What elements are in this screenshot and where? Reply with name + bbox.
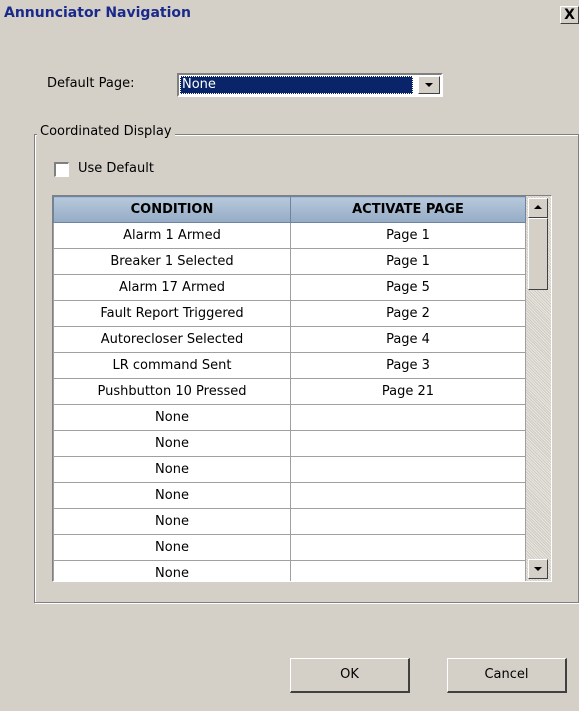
table-row[interactable]: None: [53, 430, 526, 457]
condition-table: CONDITION ACTIVATE PAGE Alarm 1 Armed Pag…: [53, 196, 526, 581]
activate-page-cell[interactable]: Page 2: [290, 300, 526, 327]
condition-cell[interactable]: None: [53, 508, 291, 535]
table-header-row: CONDITION ACTIVATE PAGE: [53, 196, 526, 223]
activate-page-cell[interactable]: Page 5: [290, 274, 526, 301]
scroll-up-arrow-icon: [534, 205, 542, 209]
condition-cell[interactable]: Autorecloser Selected: [53, 326, 291, 353]
condition-cell[interactable]: None: [53, 482, 291, 509]
vertical-scrollbar[interactable]: [526, 196, 551, 581]
condition-grid: CONDITION ACTIVATE PAGE Alarm 1 Armed Pag…: [52, 195, 552, 582]
table-row[interactable]: Alarm 17 Armed Page 5: [53, 274, 526, 301]
condition-cell[interactable]: None: [53, 404, 291, 431]
condition-cell[interactable]: Pushbutton 10 Pressed: [53, 378, 291, 405]
activate-page-cell[interactable]: [290, 456, 526, 483]
use-default-checkbox[interactable]: [54, 162, 69, 177]
cancel-button[interactable]: Cancel: [447, 658, 567, 693]
table-row[interactable]: None: [53, 508, 526, 535]
condition-cell[interactable]: None: [53, 456, 291, 483]
condition-cell[interactable]: LR command Sent: [53, 352, 291, 379]
activate-page-cell[interactable]: [290, 560, 526, 581]
use-default-label[interactable]: Use Default: [78, 161, 154, 176]
table-row[interactable]: None: [53, 404, 526, 431]
activate-page-cell[interactable]: [290, 430, 526, 457]
default-page-dropdown-button[interactable]: [418, 76, 440, 94]
scroll-down-arrow-icon: [534, 567, 542, 571]
table-row[interactable]: None: [53, 560, 526, 581]
default-page-label: Default Page:: [47, 76, 135, 91]
condition-cell[interactable]: Alarm 1 Armed: [53, 222, 291, 249]
title-bar: Annunciator Navigation X: [0, 0, 579, 28]
close-button[interactable]: X: [560, 6, 579, 24]
activate-page-cell[interactable]: [290, 508, 526, 535]
default-page-value: None: [180, 76, 413, 94]
table-row[interactable]: Autorecloser Selected Page 4: [53, 326, 526, 353]
chevron-down-icon: [425, 83, 433, 87]
close-icon: X: [564, 7, 575, 23]
table-row[interactable]: None: [53, 482, 526, 509]
table-row[interactable]: None: [53, 534, 526, 561]
activate-page-cell[interactable]: [290, 404, 526, 431]
condition-cell[interactable]: Breaker 1 Selected: [53, 248, 291, 275]
activate-page-cell[interactable]: [290, 534, 526, 561]
activate-page-cell[interactable]: Page 1: [290, 248, 526, 275]
table-row[interactable]: Fault Report Triggered Page 2: [53, 300, 526, 327]
ok-button[interactable]: OK: [290, 658, 410, 693]
coordinated-display-legend: Coordinated Display: [37, 124, 175, 139]
condition-cell[interactable]: Alarm 17 Armed: [53, 274, 291, 301]
column-header-condition[interactable]: CONDITION: [53, 196, 291, 223]
table-row[interactable]: None: [53, 456, 526, 483]
scroll-up-button[interactable]: [528, 198, 548, 218]
table-row[interactable]: Alarm 1 Armed Page 1: [53, 222, 526, 249]
default-page-dropdown[interactable]: None: [177, 73, 443, 97]
condition-cell[interactable]: None: [53, 430, 291, 457]
condition-cell[interactable]: None: [53, 534, 291, 561]
activate-page-cell[interactable]: [290, 482, 526, 509]
condition-cell[interactable]: Fault Report Triggered: [53, 300, 291, 327]
activate-page-cell[interactable]: Page 3: [290, 352, 526, 379]
window-title: Annunciator Navigation: [4, 5, 191, 21]
activate-page-cell[interactable]: Page 4: [290, 326, 526, 353]
scroll-thumb[interactable]: [528, 218, 548, 290]
column-header-activate-page[interactable]: ACTIVATE PAGE: [290, 196, 526, 223]
condition-cell[interactable]: None: [53, 560, 291, 581]
activate-page-cell[interactable]: Page 1: [290, 222, 526, 249]
scroll-down-button[interactable]: [528, 559, 548, 579]
table-row[interactable]: LR command Sent Page 3: [53, 352, 526, 379]
table-row[interactable]: Pushbutton 10 Pressed Page 21: [53, 378, 526, 405]
activate-page-cell[interactable]: Page 21: [290, 378, 526, 405]
table-row[interactable]: Breaker 1 Selected Page 1: [53, 248, 526, 275]
